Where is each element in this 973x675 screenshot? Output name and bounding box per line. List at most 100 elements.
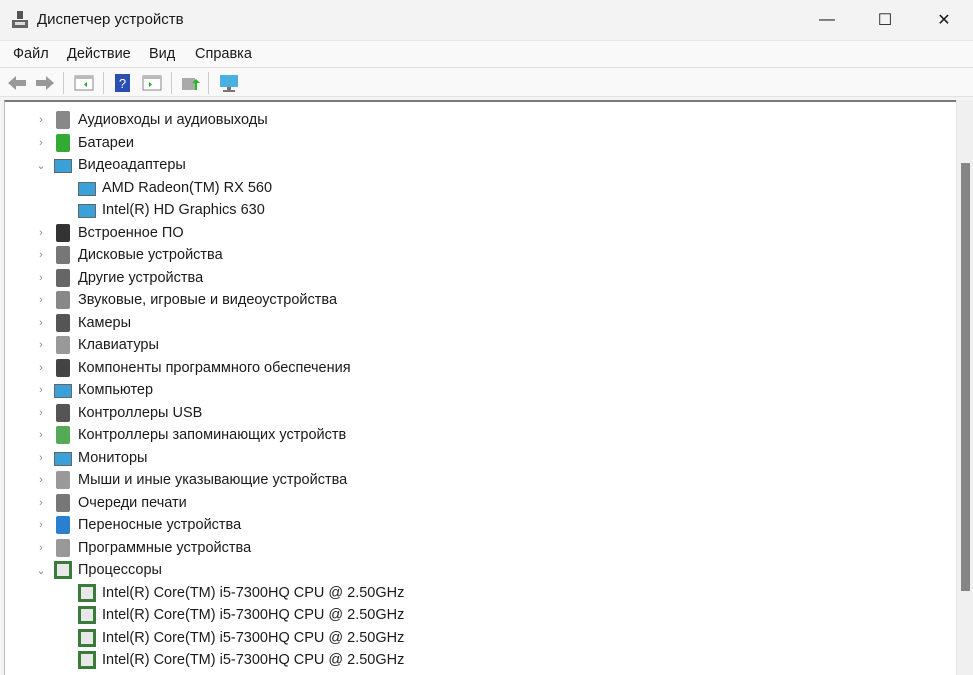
toolbar-separator: [208, 72, 209, 94]
tree-item[interactable]: Intel(R) Core(TM) i5-7300HQ CPU @ 2.50GH…: [78, 627, 404, 649]
software-device-icon: [56, 538, 70, 557]
tree-item-label: Intel(R) HD Graphics 630: [102, 202, 265, 218]
tree-item[interactable]: › Аудиовходы и аудиовыходы: [39, 109, 268, 131]
tree-item-label: Встроенное ПО: [78, 224, 184, 241]
tree-item-label: Процессоры: [78, 562, 162, 578]
minimize-button[interactable]: —: [798, 0, 856, 40]
chevron-right-icon[interactable]: ›: [36, 384, 46, 396]
chevron-down-icon[interactable]: ⌄: [36, 564, 46, 577]
tree-item-label: Аудиовходы и аудиовыходы: [78, 112, 268, 128]
tree-item[interactable]: Intel(R) Core(TM) i5-7300HQ CPU @ 2.50GH…: [78, 604, 404, 626]
tree-item-label: Очереди печати: [78, 494, 187, 511]
chevron-right-icon[interactable]: ›: [36, 474, 46, 486]
processor-icon: [78, 606, 96, 624]
processor-icon: [78, 651, 96, 669]
tree-item-label: AMD Radeon(TM) RX 560: [102, 179, 273, 196]
toolbar: ?: [0, 67, 973, 97]
action-pane-icon[interactable]: [142, 73, 162, 93]
svg-text:?: ?: [119, 76, 126, 91]
tree-item-label: Мыши и иные указывающие устройства: [78, 472, 348, 488]
chevron-right-icon[interactable]: ›: [36, 294, 46, 306]
tree-item[interactable]: › Контроллеры запоминающих устройств: [39, 424, 346, 446]
tree-item-label: Компьютер: [78, 382, 154, 398]
tree-item-label: Программные устройства: [78, 539, 252, 556]
speaker-icon: [56, 111, 70, 129]
maximize-button[interactable]: ☐: [856, 0, 914, 40]
tree-item[interactable]: › Камеры: [39, 312, 131, 334]
tree-item[interactable]: › Встроенное ПО: [39, 222, 184, 244]
chevron-right-icon[interactable]: ›: [36, 497, 46, 509]
menu-bar: Файл Действие Вид Справка: [0, 40, 973, 67]
tree-item-label: Видеоадаптеры: [78, 157, 186, 173]
menu-view[interactable]: Вид: [149, 46, 175, 62]
close-button[interactable]: ✕: [915, 0, 973, 40]
chevron-right-icon[interactable]: ›: [36, 452, 46, 464]
device-tree: › Аудиовходы и аудиовыходы › Батареи ⌄ Видеоа…: [4, 100, 973, 675]
chevron-right-icon[interactable]: ›: [36, 227, 46, 239]
display-adapter-icon: [78, 204, 96, 218]
tree-item[interactable]: › Батареи: [39, 132, 134, 154]
menu-file[interactable]: Файл: [13, 46, 49, 62]
chevron-right-icon[interactable]: ›: [36, 429, 46, 441]
chevron-right-icon[interactable]: ›: [36, 137, 46, 149]
tree-item-label: Контроллеры USB: [78, 404, 203, 421]
speaker-icon: [56, 291, 70, 309]
tree-item[interactable]: › Мониторы: [39, 447, 147, 469]
chevron-right-icon[interactable]: ›: [36, 317, 46, 329]
chevron-right-icon[interactable]: ›: [36, 407, 46, 419]
tree-item[interactable]: › Компьютер: [39, 379, 154, 401]
usb-icon: [56, 403, 70, 422]
back-icon[interactable]: [7, 73, 27, 93]
tree-item[interactable]: › Звуковые, игровые и видеоустройства: [39, 289, 338, 311]
toolbar-separator: [103, 72, 104, 94]
tree-item[interactable]: Intel(R) HD Graphics 630: [78, 199, 265, 221]
unknown-device-icon: [56, 268, 70, 287]
scan-hardware-icon[interactable]: [219, 73, 239, 93]
tree-item[interactable]: Intel(R) Core(TM) i5-7300HQ CPU @ 2.50GH…: [78, 582, 404, 604]
tree-item[interactable]: › Очереди печати: [39, 492, 187, 514]
toolbar-separator: [171, 72, 172, 94]
vertical-scrollbar[interactable]: [956, 100, 973, 675]
processor-icon: [78, 628, 96, 647]
tree-item[interactable]: › Компоненты программного обеспечения: [39, 357, 351, 379]
tree-item[interactable]: › Другие устройства: [39, 267, 204, 289]
storage-controller-icon: [56, 426, 70, 444]
tree-item-label: Другие устройства: [78, 269, 204, 286]
tree-item[interactable]: › Клавиатуры: [39, 334, 159, 356]
menu-help[interactable]: Справка: [195, 46, 252, 62]
tree-item-label: Intel(R) Core(TM) i5-7300HQ CPU @ 2.50GH…: [102, 607, 405, 623]
computer-icon: [54, 384, 72, 398]
update-driver-icon[interactable]: [180, 73, 200, 93]
tree-item[interactable]: ⌄ Видеоадаптеры: [36, 154, 186, 176]
display-adapter-icon: [54, 159, 72, 173]
chevron-right-icon[interactable]: ›: [36, 114, 46, 126]
tree-item[interactable]: Intel(R) Core(TM) i5-7300HQ CPU @ 2.50GH…: [78, 649, 404, 671]
chevron-right-icon[interactable]: ›: [36, 339, 46, 351]
tree-item-label: Звуковые, игровые и видеоустройства: [78, 292, 338, 308]
menu-action[interactable]: Действие: [67, 46, 131, 62]
keyboard-icon: [56, 336, 70, 354]
tree-item[interactable]: › Программные устройства: [39, 537, 252, 559]
tree-item[interactable]: AMD Radeon(TM) RX 560: [78, 177, 272, 199]
tree-item[interactable]: ⌄ Процессоры: [36, 559, 162, 581]
tree-item[interactable]: › Дисковые устройства: [39, 244, 223, 266]
chevron-right-icon[interactable]: ›: [36, 249, 46, 261]
tree-item[interactable]: › Мыши и иные указывающие устройства: [39, 469, 348, 491]
device-manager-icon: [12, 11, 28, 28]
show-hide-console-tree-icon[interactable]: [74, 73, 94, 93]
chevron-down-icon[interactable]: ⌄: [36, 159, 46, 172]
forward-icon[interactable]: [35, 73, 55, 93]
chevron-right-icon[interactable]: ›: [36, 362, 46, 374]
help-icon[interactable]: ?: [113, 73, 133, 93]
disk-icon: [56, 246, 70, 264]
mouse-icon: [56, 471, 70, 489]
tree-item-label: Дисковые устройства: [78, 247, 223, 263]
chevron-right-icon[interactable]: ›: [36, 542, 46, 554]
chevron-right-icon[interactable]: ›: [36, 519, 46, 531]
scrollbar-thumb[interactable]: [961, 163, 970, 591]
window-title: Диспетчер устройств: [37, 11, 184, 28]
chevron-right-icon[interactable]: ›: [36, 272, 46, 284]
tree-item-label: Переносные устройства: [78, 517, 242, 533]
tree-item[interactable]: › Контроллеры USB: [39, 402, 203, 424]
tree-item[interactable]: › Переносные устройства: [39, 514, 242, 536]
